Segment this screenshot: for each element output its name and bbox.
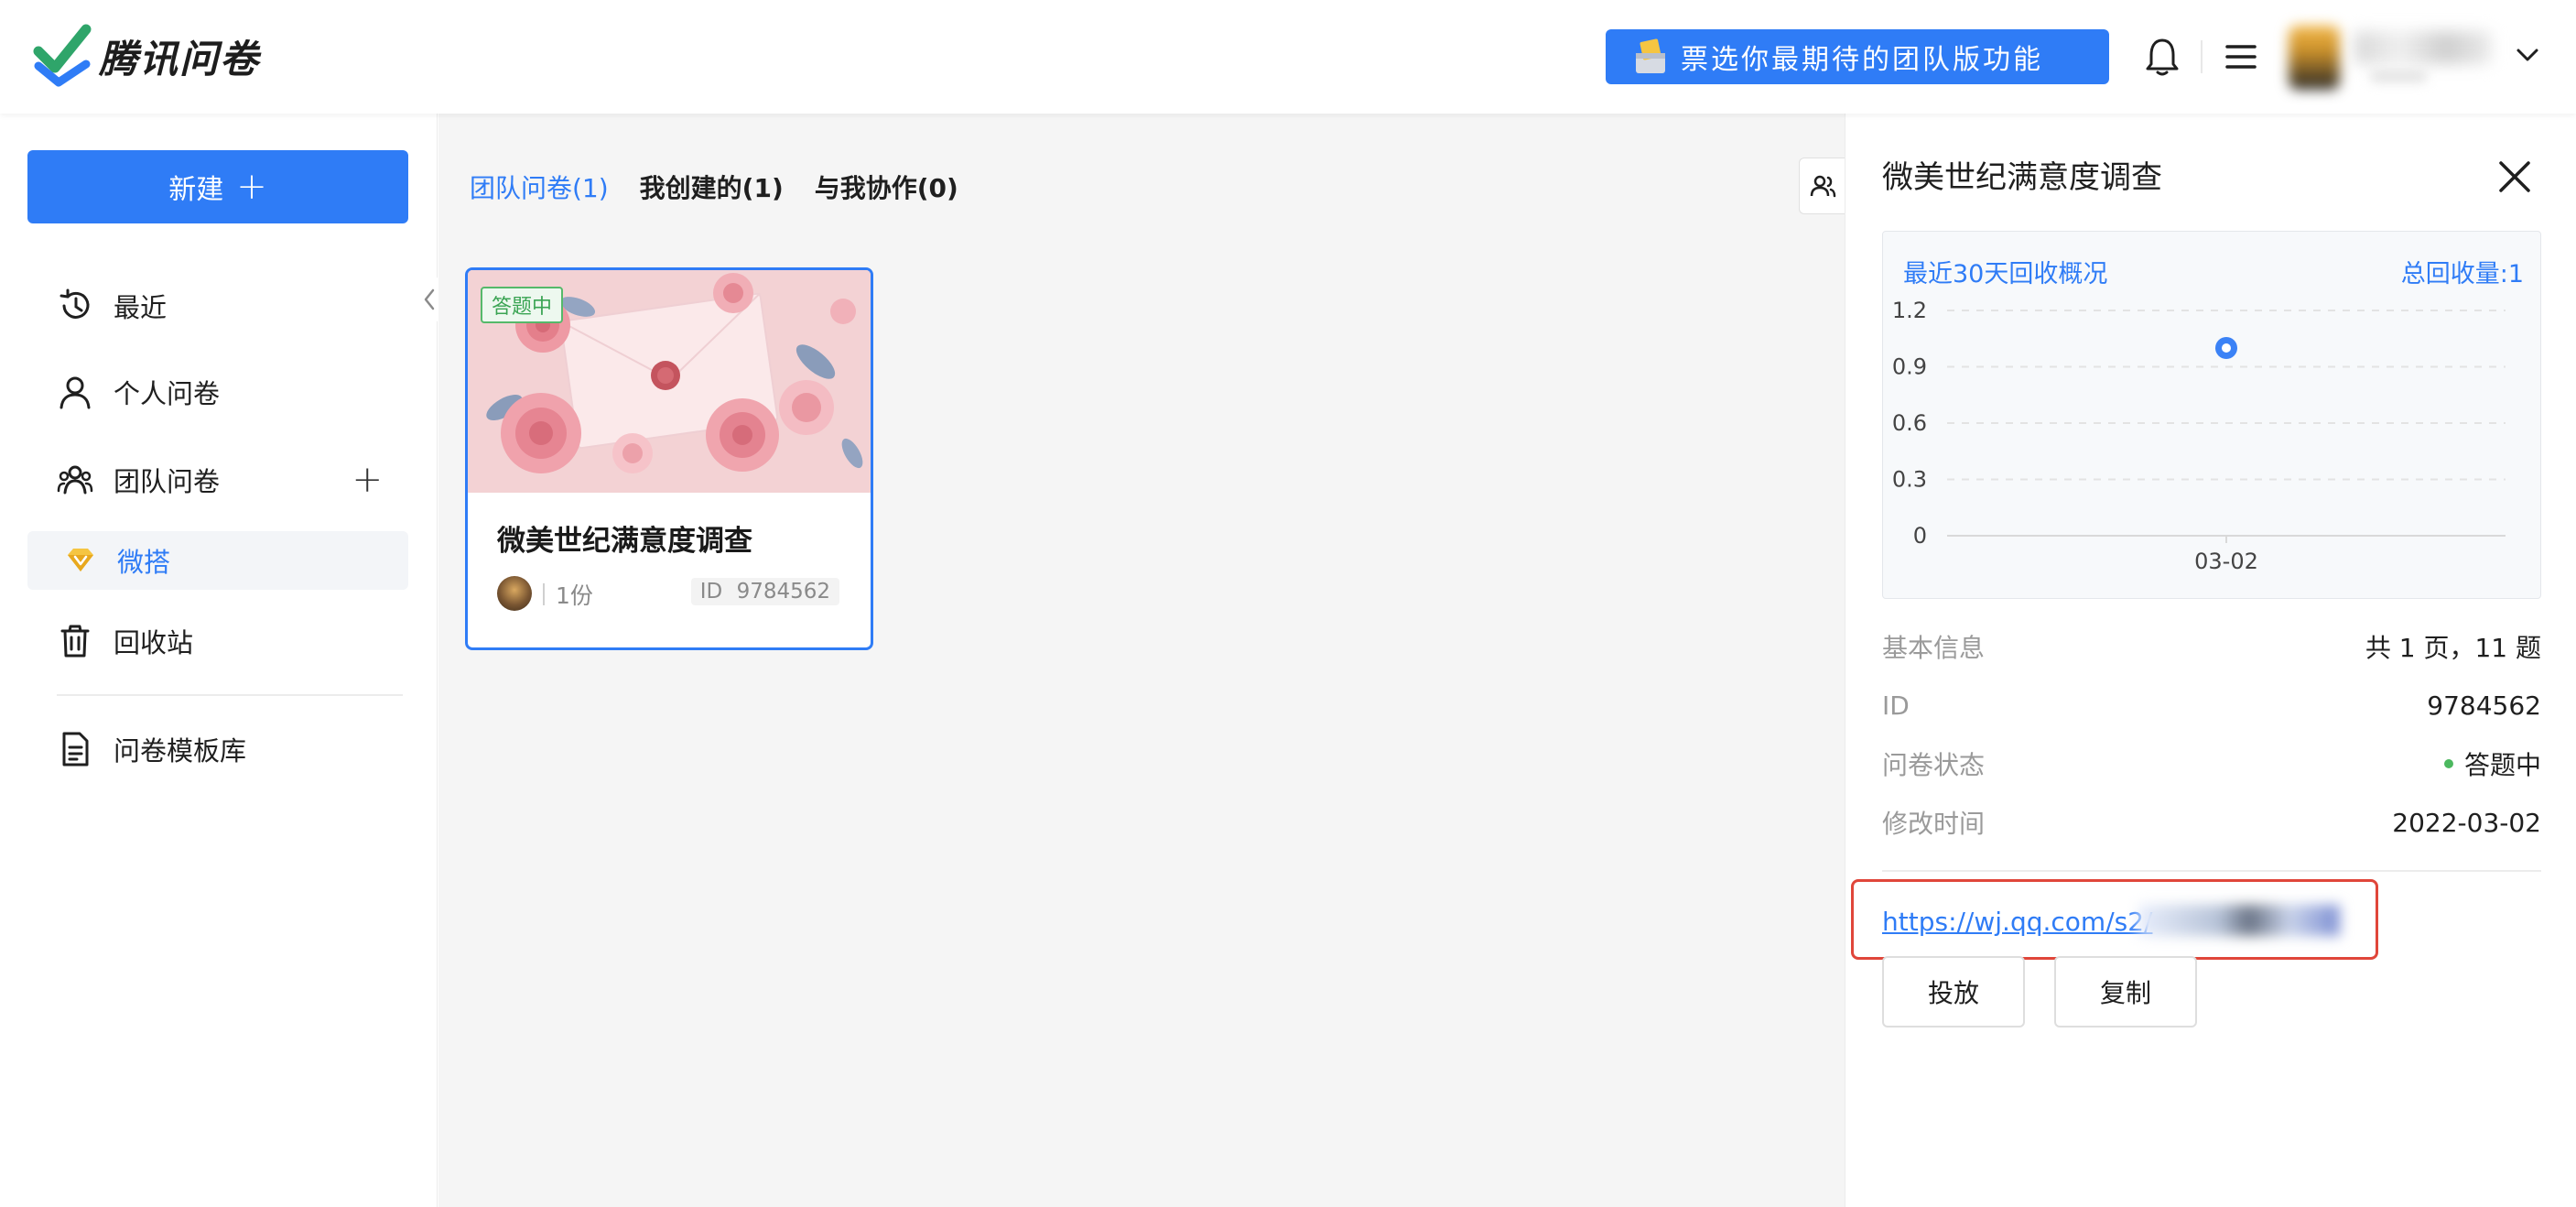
user-subtext-blurred <box>2371 70 2426 82</box>
id-label: ID <box>699 580 723 604</box>
sidebar-item-personal[interactable]: 个人问卷 <box>27 363 408 421</box>
sidebar-item-label: 个人问卷 <box>114 378 221 409</box>
info-row-status: 问卷状态 答题中 <box>1882 745 2541 782</box>
card-separator <box>543 583 545 605</box>
gem-icon <box>68 549 93 571</box>
promo-label: 票选你最期待的团队版功能 <box>1681 44 2043 76</box>
info-row-basic: 基本信息 共 1 页，11 题 <box>1882 628 2541 665</box>
members-icon <box>1810 175 1835 198</box>
chevron-left-icon <box>424 288 435 310</box>
survey-tabs: 团队问卷(1) 我创建的(1) 与我协作(0) <box>470 169 958 205</box>
sidebar-item-label: 回收站 <box>114 627 194 658</box>
top-header: 腾讯问卷 票选你最期待的团队版功能 <box>0 0 2576 114</box>
info-row-modified: 修改时间 2022-03-02 <box>1882 804 2541 841</box>
user-name-blurred <box>2354 31 2492 64</box>
chart-title: 最近30天回收概况 <box>1903 260 2108 288</box>
plus-icon: + <box>236 166 267 208</box>
ballot-box-icon <box>1636 38 1665 73</box>
sidebar-item-label: 团队问卷 <box>114 466 221 497</box>
line-chart-svg: 1.2 0.9 0.6 0.3 0 03-02 <box>1892 298 2506 574</box>
tab-created-by-me[interactable]: 我创建的(1) <box>640 169 784 205</box>
info-key: 问卷状态 <box>1882 750 1986 780</box>
promo-vote-button[interactable]: 票选你最期待的团队版功能 <box>1606 29 2109 84</box>
logo-text: 腾讯问卷 <box>99 36 261 82</box>
close-icon[interactable] <box>2497 159 2532 194</box>
survey-id-tag: ID 9784562 <box>690 578 839 605</box>
team-members-button[interactable] <box>1799 158 1845 214</box>
menu-icon[interactable] <box>2224 40 2257 73</box>
survey-cover-image: 答题中 <box>468 270 871 493</box>
trash-icon <box>60 625 90 658</box>
status-dot <box>2443 759 2453 768</box>
sidebar-item-recent[interactable]: 最近 <box>27 277 408 335</box>
y-tick-label: 1.2 <box>1892 298 1927 323</box>
bell-icon[interactable] <box>2144 37 2181 77</box>
sidebar-item-trash[interactable]: 回收站 <box>27 612 408 670</box>
history-icon <box>60 288 90 319</box>
y-tick-label: 0 <box>1913 523 1927 549</box>
x-tick-label: 03-02 <box>2194 549 2258 574</box>
sidebar-item-label: 微搭 <box>117 547 171 578</box>
deliver-button[interactable]: 投放 <box>1882 956 2025 1028</box>
info-key: 基本信息 <box>1882 633 1986 663</box>
template-icon <box>62 732 89 767</box>
sidebar-divider <box>57 694 403 696</box>
team-icon <box>57 465 93 495</box>
info-value: 9784562 <box>2427 690 2541 721</box>
sidebar: 新建 + 最近 个人问卷 团队问卷 + 微搭 回收站 问卷模板库 <box>0 114 439 1207</box>
chevron-down-icon[interactable] <box>2516 46 2539 64</box>
survey-card-title: 微美世纪满意度调查 <box>497 525 752 558</box>
panel-title: 微美世纪满意度调查 <box>1882 159 2162 196</box>
id-value: 9784562 <box>736 580 830 604</box>
header-divider <box>2201 40 2203 73</box>
info-row-id: ID 9784562 <box>1882 687 2541 723</box>
status-value-wrap: 答题中 <box>2443 745 2541 782</box>
info-value: 答题中 <box>2463 750 2541 780</box>
user-icon <box>60 376 91 409</box>
tab-collaborating[interactable]: 与我协作(0) <box>815 169 958 205</box>
survey-link[interactable]: https://wj.qq.com/s2/ <box>1882 907 2152 937</box>
total-responses[interactable]: 总回收量:1 <box>2401 254 2524 289</box>
owner-avatar <box>497 576 532 611</box>
survey-card[interactable]: 答题中 微美世纪满意度调查 1份 ID 9784562 <box>465 267 873 650</box>
y-tick-label: 0.3 <box>1892 467 1927 493</box>
sidebar-item-label: 最近 <box>114 292 168 323</box>
app-logo[interactable]: 腾讯问卷 <box>33 24 260 88</box>
copy-button[interactable]: 复制 <box>2054 956 2197 1028</box>
y-tick-label: 0.6 <box>1892 410 1927 436</box>
info-value: 共 1 页，11 题 <box>2365 633 2541 663</box>
info-key: 修改时间 <box>1882 809 1986 839</box>
response-chart: 最近30天回收概况 总回收量:1 1.2 0.9 0.6 0.3 0 03-02 <box>1882 231 2541 599</box>
sidebar-item-team[interactable]: 团队问卷 + <box>27 451 408 509</box>
survey-link-blurred <box>2138 905 2340 936</box>
tab-team-surveys[interactable]: 团队问卷(1) <box>470 169 609 205</box>
survey-detail-panel: 微美世纪满意度调查 最近30天回收概况 总回收量:1 1.2 0.9 0.6 0.3 0… <box>1845 114 2576 1207</box>
response-count: 1份 <box>556 582 593 609</box>
data-point-center <box>2222 343 2231 353</box>
add-team-plus-icon[interactable]: + <box>352 459 383 501</box>
new-survey-button[interactable]: 新建 + <box>27 150 408 223</box>
sidebar-item-templates[interactable]: 问卷模板库 <box>27 720 408 778</box>
sidebar-item-label: 问卷模板库 <box>114 735 247 767</box>
logo-check-icon <box>33 24 92 87</box>
user-avatar[interactable] <box>2289 26 2340 90</box>
status-badge: 答题中 <box>481 287 564 323</box>
info-key: ID <box>1882 690 1910 721</box>
main-content: 团队问卷(1) 我创建的(1) 与我协作(0) 答题中 微美世纪满意度调查 1份… <box>438 114 1845 1207</box>
panel-divider <box>1882 870 2541 872</box>
new-button-label: 新建 <box>168 174 224 206</box>
sidebar-item-weida[interactable]: 微搭 <box>27 531 408 590</box>
y-tick-label: 0.9 <box>1892 354 1927 380</box>
collapse-sidebar-button[interactable] <box>419 277 439 322</box>
info-value: 2022-03-02 <box>2392 807 2541 838</box>
